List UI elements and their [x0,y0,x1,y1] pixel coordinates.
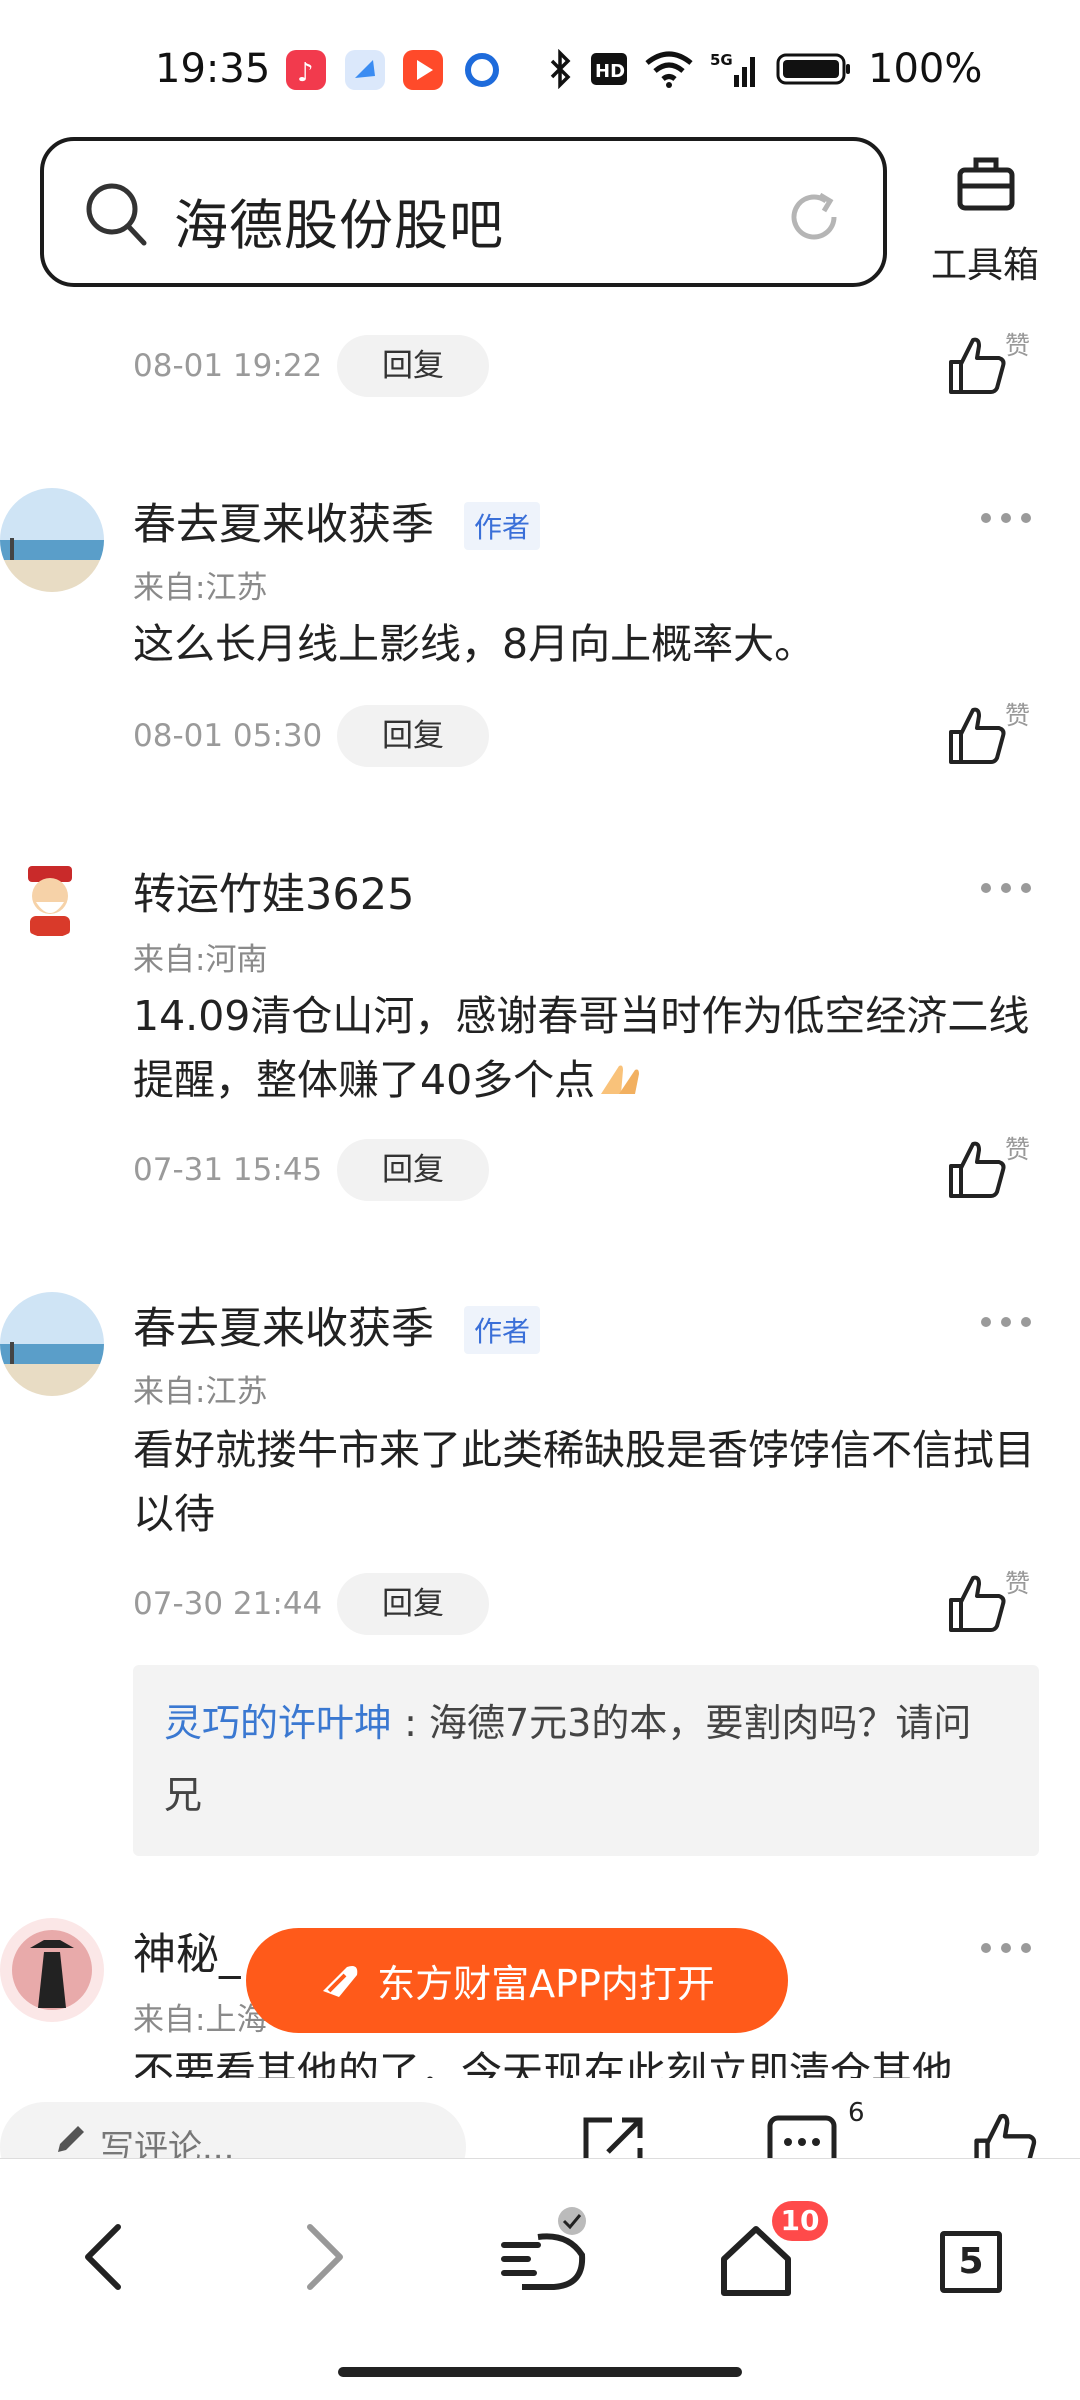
comment-toolbar: 写评论... 6 [0,2094,1080,2160]
tabs-button[interactable]: 5 [940,2231,1002,2293]
thumbs-up-icon[interactable] [945,1138,1009,1202]
comment-count: 6 [848,2098,865,2128]
notification-badge: 10 [772,2201,828,2241]
toolbox-label: 工具箱 [930,245,1039,286]
thumbs-up-icon[interactable] [945,334,1009,398]
home-indicator[interactable] [338,2367,742,2377]
sub-reply-author[interactable]: 灵巧的许叶坤 [164,1701,392,1745]
signal-5g-icon: 5G [710,51,755,87]
comment-location: 来自:上海 [133,2002,268,2038]
avatar[interactable] [0,1292,104,1396]
comment-location: 来自:江苏 [133,570,268,606]
like-label: 赞 [1005,331,1031,360]
write-comment-placeholder: 写评论... [100,2128,235,2160]
back-arrow-icon[interactable] [78,2221,128,2293]
reply-button[interactable]: 回复 [337,1573,489,1635]
avatar[interactable] [0,488,104,592]
status-time: 19:35 [155,46,271,92]
thumbs-up-icon[interactable] [970,2110,1040,2160]
comment-date: 07-30 21:44 [133,1586,323,1622]
search-input[interactable]: 海德股份股吧 [174,181,504,260]
more-icon[interactable] [978,508,1034,528]
sub-reply[interactable]: 灵巧的许叶坤 : 海德7元3的本，要割肉吗？请问兄 [133,1665,1039,1856]
status-bar: 19:35 ♪ HD 5G 100% [0,0,1080,130]
comment-text: 这么长月线上影线，8月向上概率大。 [133,620,816,668]
avatar[interactable] [10,858,90,938]
svg-text:♪: ♪ [297,58,314,88]
comment-text: 14.09清仓山河，感谢春哥当时作为低空经济二线提醒，整体赚了40多个点 [133,984,1043,1112]
svg-text:HD: HD [595,61,625,82]
video-app-icon [403,50,443,90]
comment-text-body: 14.09清仓山河，感谢春哥当时作为低空经济二线提醒，整体赚了40多个点 [133,992,1030,1104]
comment-text: 不要看其他的了，今天现在此刻立即清仓其他 [133,2048,953,2078]
share-icon[interactable] [578,2112,648,2160]
browser-app-icon [345,50,385,90]
toolbox-icon [957,157,1015,211]
author-badge: 作者 [464,1306,541,1354]
reply-button[interactable]: 回复 [337,705,489,767]
comment-date: 08-01 19:22 [133,348,323,384]
browser-nav-bar: 10 5 [0,2158,1080,2400]
more-icon[interactable] [978,1938,1034,1958]
hd-icon: HD [591,53,627,85]
security-app-icon [462,50,502,90]
open-in-app-button[interactable]: 东方财富APP内打开 [246,1928,788,2033]
battery-icon [776,53,850,85]
comment-location: 来自:江苏 [133,1374,268,1410]
pencil-icon [58,2126,84,2152]
commenter-name[interactable]: 春去夏来收获季 [133,490,434,552]
like-label: 赞 [1005,701,1031,730]
comment-text: 看好就搂牛市来了此类稀缺股是香饽饽信不信拭目以待 [133,1426,1035,1538]
bluetooth-icon [550,49,571,89]
tabs-count: 5 [958,2241,984,2282]
assistant-icon[interactable] [498,2207,594,2299]
wifi-icon [645,51,693,88]
svg-text:5G: 5G [710,51,733,69]
eastmoney-logo-icon [323,1965,358,1997]
forward-arrow-icon[interactable] [300,2221,350,2293]
like-label: 赞 [1005,1135,1031,1164]
battery-percent: 100% [868,46,983,92]
search-bar[interactable]: 海德股份股吧 [40,137,887,287]
commenter-name[interactable]: 神秘_ [133,1920,241,1982]
comment-location: 来自:河南 [133,942,268,978]
reply-button[interactable]: 回复 [337,1139,489,1201]
refresh-icon[interactable] [784,187,844,247]
comment-icon[interactable] [766,2112,838,2160]
write-comment-input[interactable]: 写评论... [0,2102,466,2160]
search-icon [86,183,147,246]
comment-date: 07-31 15:45 [133,1152,323,1188]
more-icon[interactable] [978,1312,1034,1332]
music-app-icon: ♪ [286,50,326,90]
avatar[interactable] [0,1918,104,2022]
open-in-app-label: 东方财富APP内打开 [377,1962,715,2006]
thumbs-up-icon[interactable] [945,704,1009,768]
thumbs-up-icon[interactable] [945,1572,1009,1636]
comment-date: 08-01 05:30 [133,718,323,754]
system-icons: HD 5G 100% [548,44,982,94]
reply-button[interactable]: 回复 [337,335,489,397]
more-icon[interactable] [978,878,1034,898]
sub-reply-separator: : [392,1701,429,1745]
author-badge: 作者 [464,502,541,550]
toolbox-button[interactable]: 工具箱 [920,150,1050,290]
praying-hands-emoji-icon [601,1065,640,1094]
commenter-name[interactable]: 转运竹娃3625 [133,860,414,922]
commenter-name[interactable]: 春去夏来收获季 [133,1294,434,1356]
like-label: 赞 [1005,1569,1031,1598]
